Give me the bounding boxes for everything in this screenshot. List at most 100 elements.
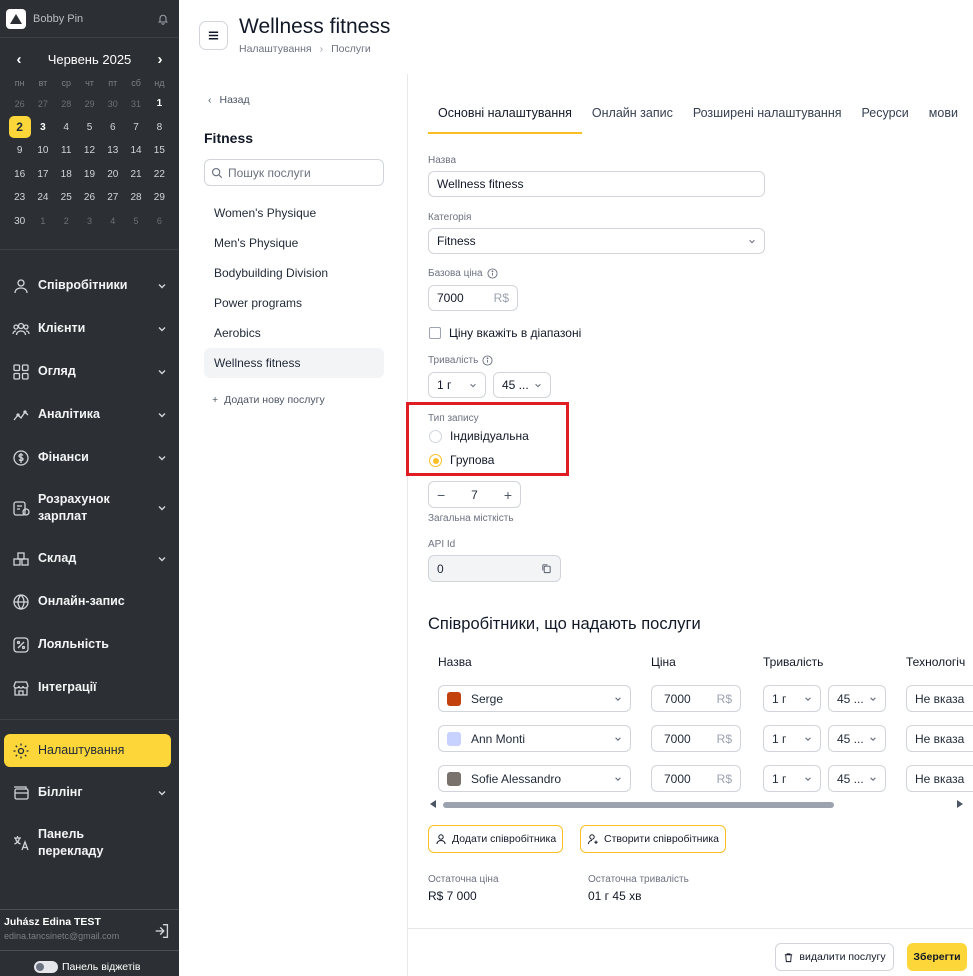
calendar-day[interactable]: 18	[55, 163, 78, 187]
create-employee-button[interactable]: Створити співробітника	[580, 825, 726, 853]
price-range-checkbox[interactable]	[429, 327, 441, 339]
sidebar-item-payroll[interactable]: Розрахунок зарплат	[0, 479, 179, 537]
calendar-day[interactable]: 3	[78, 210, 101, 234]
employee-select[interactable]: Serge	[438, 685, 631, 712]
calendar-day[interactable]: 11	[55, 139, 78, 163]
calendar-day[interactable]: 3	[31, 116, 54, 140]
calendar-day[interactable]: 8	[148, 116, 171, 140]
tab-4[interactable]: мови	[919, 97, 968, 134]
calendar-day[interactable]: 1	[148, 92, 171, 116]
add-employee-button[interactable]: Додати співробітника	[428, 825, 564, 853]
employee-price-input[interactable]: 7000 R$	[651, 685, 741, 712]
calendar-day[interactable]: 4	[55, 116, 78, 140]
calendar-day[interactable]: 20	[101, 163, 124, 187]
app-logo[interactable]	[6, 8, 26, 29]
employee-price-input[interactable]: 7000 R$	[651, 725, 741, 752]
add-service-button[interactable]: + Додати нову послугу	[212, 394, 390, 406]
delete-service-button[interactable]: видалити послугу	[775, 943, 894, 971]
sidebar-item-chart[interactable]: Аналітика	[0, 393, 179, 436]
calendar-day[interactable]: 24	[31, 186, 54, 210]
calendar-day[interactable]: 29	[78, 92, 101, 116]
employee-tech-select[interactable]: Не вказа	[906, 685, 973, 712]
calendar-day[interactable]: 21	[124, 163, 147, 187]
employee-tech-select[interactable]: Не вказа	[906, 725, 973, 752]
employee-tech-select[interactable]: Не вказа	[906, 765, 973, 792]
employee-hours-select[interactable]: 1 г	[763, 685, 821, 712]
calendar-day[interactable]: 23	[8, 186, 31, 210]
employee-hours-select[interactable]: 1 г	[763, 765, 821, 792]
minus-icon[interactable]: −	[437, 487, 445, 503]
widgets-toggle[interactable]	[34, 960, 58, 973]
menu-button[interactable]	[199, 21, 228, 50]
duration-hours-select[interactable]: 1 г	[428, 372, 486, 398]
calendar-day[interactable]: 16	[8, 163, 31, 187]
tab-2[interactable]: Розширені налаштування	[683, 97, 852, 134]
service-list-item[interactable]: Women's Physique	[204, 198, 384, 228]
capacity-stepper[interactable]: − 7 +	[428, 481, 521, 508]
calendar-day[interactable]: 27	[31, 92, 54, 116]
service-list-item[interactable]: Aerobics	[204, 318, 384, 348]
employee-price-input[interactable]: 7000 R$	[651, 765, 741, 792]
calendar-day[interactable]: 9	[8, 139, 31, 163]
calendar-day[interactable]: 13	[101, 139, 124, 163]
base-price-input[interactable]: 7000 R$	[428, 285, 518, 311]
next-month-button[interactable]: ›	[153, 51, 167, 68]
duration-minutes-select[interactable]: 45 ...	[493, 372, 551, 398]
logout-icon[interactable]	[153, 922, 171, 940]
sidebar-item-users[interactable]: Клієнти	[0, 307, 179, 350]
calendar-day[interactable]: 31	[124, 92, 147, 116]
sidebar-item-user[interactable]: Співробітники	[0, 264, 179, 307]
sidebar-item-settings[interactable]: Налаштування	[4, 734, 171, 767]
calendar-day[interactable]: 28	[124, 186, 147, 210]
calendar-day[interactable]: 5	[78, 116, 101, 140]
calendar-day[interactable]: 15	[148, 139, 171, 163]
tab-3[interactable]: Ресурси	[852, 97, 919, 134]
sidebar-item-translation[interactable]: Панель перекладу	[0, 814, 179, 872]
info-icon[interactable]	[487, 268, 498, 279]
calendar-day[interactable]: 6	[148, 210, 171, 234]
back-button[interactable]: ‹ Назад	[200, 90, 390, 110]
sidebar-item-store[interactable]: Інтеграції	[0, 666, 179, 709]
employee-minutes-select[interactable]: 45 ...	[828, 725, 886, 752]
employee-minutes-select[interactable]: 45 ...	[828, 685, 886, 712]
calendar-day[interactable]: 17	[31, 163, 54, 187]
calendar-day[interactable]: 12	[78, 139, 101, 163]
sidebar-item-billing[interactable]: Біллінг	[0, 771, 179, 814]
breadcrumb-services[interactable]: Послуги	[331, 43, 371, 55]
calendar-day[interactable]: 26	[78, 186, 101, 210]
tab-0[interactable]: Основні налаштування	[428, 97, 582, 134]
calendar-day[interactable]: 7	[124, 116, 147, 140]
employee-hours-select[interactable]: 1 г	[763, 725, 821, 752]
employee-minutes-select[interactable]: 45 ...	[828, 765, 886, 792]
calendar-day[interactable]: 27	[101, 186, 124, 210]
calendar-day[interactable]: 28	[55, 92, 78, 116]
calendar-day[interactable]: 4	[101, 210, 124, 234]
calendar-day-today[interactable]: 2	[8, 116, 31, 140]
calendar-day[interactable]: 29	[148, 186, 171, 210]
calendar-day[interactable]: 22	[148, 163, 171, 187]
sidebar-item-percent[interactable]: Лояльність	[0, 623, 179, 666]
sidebar-item-dollar[interactable]: Фінанси	[0, 436, 179, 479]
breadcrumb-settings[interactable]: Налаштування	[239, 43, 312, 55]
sidebar-item-globe[interactable]: Онлайн-запис	[0, 580, 179, 623]
calendar-day[interactable]: 10	[31, 139, 54, 163]
service-list-item[interactable]: Wellness fitness	[204, 348, 384, 378]
prev-month-button[interactable]: ‹	[12, 51, 26, 68]
service-list-item[interactable]: Men's Physique	[204, 228, 384, 258]
save-button[interactable]: Зберегти	[907, 943, 967, 971]
calendar-day[interactable]: 14	[124, 139, 147, 163]
info-icon[interactable]	[482, 355, 493, 366]
employee-select[interactable]: Ann Monti	[438, 725, 631, 752]
plus-icon[interactable]: +	[504, 487, 512, 503]
category-select[interactable]: Fitness	[428, 228, 765, 254]
calendar-day[interactable]: 30	[8, 210, 31, 234]
calendar-day[interactable]: 5	[124, 210, 147, 234]
calendar-day[interactable]: 30	[101, 92, 124, 116]
name-input[interactable]: Wellness fitness	[428, 171, 765, 197]
employee-select[interactable]: Sofie Alessandro	[438, 765, 631, 792]
sidebar-item-grid[interactable]: Огляд	[0, 350, 179, 393]
calendar-day[interactable]: 26	[8, 92, 31, 116]
calendar-day[interactable]: 19	[78, 163, 101, 187]
scroll-right-arrow[interactable]	[957, 800, 963, 808]
copy-icon[interactable]	[541, 563, 552, 574]
